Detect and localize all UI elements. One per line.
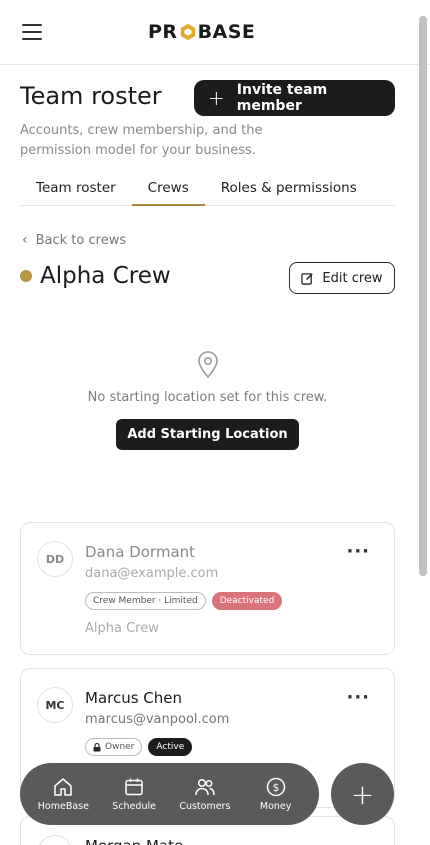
status-badge: Deactivated [211, 592, 283, 610]
status-badge: Active [148, 738, 193, 756]
back-to-crews-link[interactable]: ‹ Back to crews [22, 232, 126, 248]
page-subtitle: Accounts, crew membership, and the permi… [20, 123, 263, 158]
logo-text-right: BASE [197, 21, 256, 43]
home-icon [54, 778, 73, 796]
member-badges: Crew Member · Limited Deactivated [85, 592, 283, 610]
empty-location-message: No starting location set for this crew. [87, 390, 328, 405]
lock-icon [93, 742, 101, 751]
edit-crew-label: Edit crew [322, 270, 383, 286]
nav-money[interactable]: $ Money [241, 776, 311, 812]
scrollbar[interactable] [419, 16, 427, 576]
member-card[interactable]: DD Dana Dormant dana@example.com ··· Cre… [20, 522, 395, 655]
member-name: Marcus Chen [85, 689, 183, 707]
member-email: marcus@vanpool.com [85, 712, 230, 727]
avatar: DD [37, 541, 73, 577]
role-badge-label: Owner [105, 742, 135, 752]
dollar-icon: $ [266, 777, 285, 797]
member-name: Morgan Mate [85, 837, 183, 845]
plus-icon: + [208, 86, 225, 110]
nav-label: Money [259, 801, 292, 812]
role-badge: Crew Member · Limited [85, 592, 206, 610]
member-email: dana@example.com [85, 566, 219, 581]
bottom-navigation: HomeBase Schedule Customers $ Money [20, 763, 319, 825]
logo-text-left: PR [148, 21, 178, 43]
svg-text:$: $ [272, 781, 279, 794]
nav-schedule[interactable]: Schedule [99, 776, 169, 812]
crew-name: Alpha Crew [40, 263, 171, 289]
role-badge: Owner [85, 738, 143, 756]
page-title: Team roster [20, 82, 162, 110]
avatar: MC [37, 687, 73, 723]
chevron-left-icon: ‹ [22, 232, 28, 248]
map-pin-icon [197, 351, 218, 379]
nav-customers[interactable]: Customers [170, 776, 240, 812]
back-label: Back to crews [35, 232, 127, 248]
logo-hexagon-icon [180, 23, 195, 41]
invite-label: Invite team member [236, 82, 328, 114]
crew-color-dot [20, 270, 32, 282]
add-fab-button[interactable]: + [331, 763, 394, 825]
avatar [37, 835, 73, 845]
calendar-icon [125, 778, 143, 796]
tab-roles-permissions[interactable]: Roles & permissions [205, 174, 373, 206]
edit-crew-button[interactable]: Edit crew [289, 262, 395, 294]
member-crew: Alpha Crew [85, 621, 159, 636]
edit-icon [301, 272, 314, 285]
member-name: Dana Dormant [85, 543, 196, 561]
member-badges: Owner Active [85, 738, 193, 756]
nav-homebase[interactable]: HomeBase [28, 776, 98, 812]
more-options-icon[interactable]: ··· [346, 541, 370, 562]
add-starting-location-button[interactable]: Add Starting Location [116, 419, 299, 450]
app-header: PR BASE [0, 0, 430, 65]
location-empty-state: No starting location set for this crew. … [20, 350, 395, 450]
menu-icon[interactable] [22, 24, 42, 40]
more-options-icon[interactable]: ··· [346, 687, 370, 708]
probase-logo[interactable]: PR BASE [148, 20, 255, 44]
invite-team-member-button[interactable]: + Invite team member [194, 80, 395, 116]
crew-heading: Alpha Crew [20, 263, 171, 289]
tab-team-roster[interactable]: Team roster [20, 174, 132, 206]
nav-label: Schedule [112, 801, 156, 812]
tab-crews[interactable]: Crews [131, 174, 205, 206]
nav-label: HomeBase [37, 801, 89, 812]
tab-bar: Team roster Crews Roles & permissions [20, 174, 395, 206]
users-icon [195, 778, 215, 796]
nav-label: Customers [179, 801, 231, 812]
